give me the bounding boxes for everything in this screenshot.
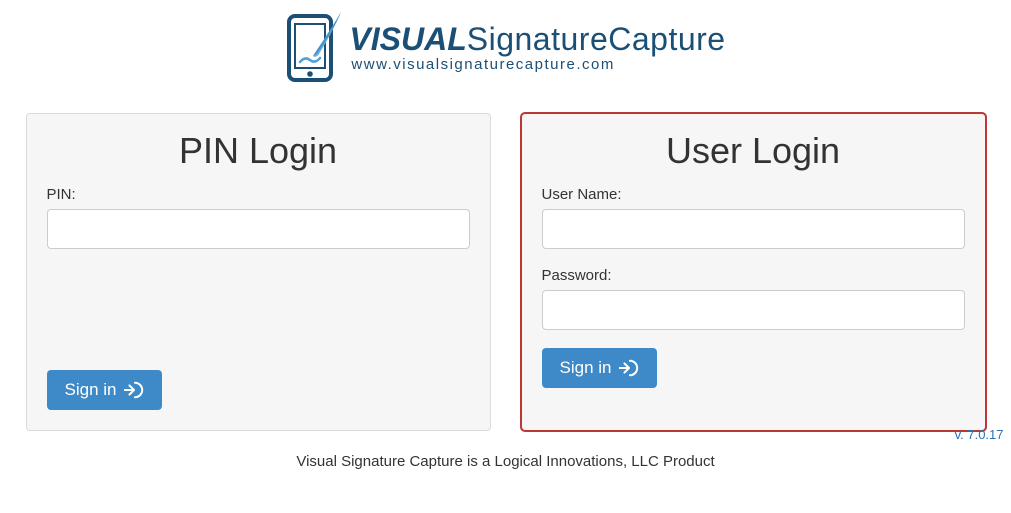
user-login-panel: User Login User Name: Password: Sign in [521,113,986,431]
user-signin-button[interactable]: Sign in [542,348,658,388]
pin-input[interactable] [47,209,470,249]
pin-login-title: PIN Login [47,130,470,172]
user-signin-label: Sign in [560,358,612,378]
tablet-quill-icon [285,8,347,86]
footer: v. 7.0.17 Visual Signature Capture is a … [26,441,986,470]
version-text: v. 7.0.17 [955,427,1004,442]
logo-area: VISUALSignatureCapture www.visualsignatu… [26,8,986,91]
password-input[interactable] [542,290,965,330]
username-label: User Name: [542,186,965,203]
logo: VISUALSignatureCapture www.visualsignatu… [285,8,725,86]
signin-icon [124,381,144,399]
footer-text: Visual Signature Capture is a Logical In… [296,453,714,470]
username-input[interactable] [542,209,965,249]
password-label: Password: [542,267,965,284]
pin-label: PIN: [47,186,470,203]
pin-signin-button[interactable]: Sign in [47,370,163,410]
pin-signin-label: Sign in [65,380,117,400]
logo-rest: SignatureCapture [467,21,726,57]
user-login-title: User Login [542,130,965,172]
logo-url: www.visualsignaturecapture.com [349,57,614,72]
logo-wordmark: VISUALSignatureCapture [349,23,725,55]
pin-login-panel: PIN Login PIN: Sign in [26,113,491,431]
logo-visual: VISUAL [349,21,466,57]
signin-icon [619,359,639,377]
